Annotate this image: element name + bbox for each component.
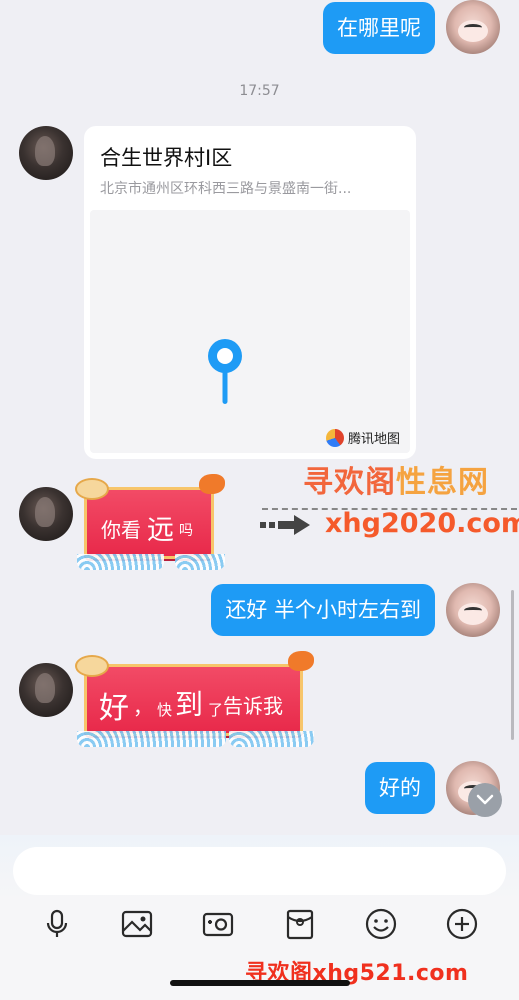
home-indicator[interactable] xyxy=(170,980,350,986)
my-avatar[interactable] xyxy=(446,583,500,637)
map-pin-icon xyxy=(208,339,242,404)
message-bubble-sent[interactable]: 在哪里呢 xyxy=(323,2,435,54)
contact-avatar[interactable] xyxy=(19,663,73,717)
message-bubble-sent[interactable]: 还好 半个小时左右到 xyxy=(211,584,435,636)
chevron-down-icon xyxy=(476,794,494,805)
message-text: 在哪里呢 xyxy=(337,16,421,40)
festive-message-bubble[interactable]: 你看 远 吗 xyxy=(75,474,225,570)
red-packet-icon[interactable] xyxy=(283,907,317,941)
microphone-icon[interactable] xyxy=(40,907,74,941)
message-text-emphasis: 到 xyxy=(175,688,204,721)
message-text-small: 快 xyxy=(157,701,173,719)
location-card[interactable]: 合生世界村I区 北京市通州区环科西三路与景盛南一街... 腾讯地图 xyxy=(84,126,416,459)
message-text: 好的 xyxy=(379,776,421,800)
scrollbar[interactable] xyxy=(511,590,514,740)
arrow-right-icon xyxy=(260,515,310,535)
message-input[interactable] xyxy=(13,847,506,895)
chat-area[interactable]: 在哪里呢 17:57 合生世界村I区 北京市通州区环科西三路与景盛南一街... … xyxy=(0,0,519,835)
message-text: ， xyxy=(133,695,153,719)
composer-bar: 寻欢阁xhg521.com xyxy=(0,835,519,1000)
scroll-to-bottom-button[interactable] xyxy=(468,783,502,817)
watermark-title: 寻欢阁性息网 xyxy=(303,457,489,501)
watermark-text-b: 性息网 xyxy=(396,465,489,500)
emoji-icon[interactable] xyxy=(364,907,398,941)
plus-icon[interactable] xyxy=(445,907,479,941)
message-bubble-sent[interactable]: 好的 xyxy=(365,762,435,814)
message-text: 你看 xyxy=(101,518,141,542)
map-brand-label: 腾讯地图 xyxy=(347,432,400,447)
watermark-url: xhg2020.com xyxy=(325,508,519,539)
message-text-small: 吗 xyxy=(179,523,193,539)
wave-decoration xyxy=(175,554,225,570)
message-text-emphasis: 远 xyxy=(147,515,174,546)
tencent-map-logo-icon xyxy=(325,428,344,447)
message-text-small: 了 xyxy=(208,701,224,719)
festive-message-bubble[interactable]: 好 ， 快 到 了 告诉我 xyxy=(75,651,314,747)
message-text: 还好 半个小时左右到 xyxy=(225,598,421,622)
message-text: 告诉我 xyxy=(223,694,283,718)
location-title: 合生世界村I区 xyxy=(100,146,233,170)
watermark-text-a: 寻欢阁 xyxy=(303,465,396,500)
wave-decoration xyxy=(77,731,227,747)
photo-icon[interactable] xyxy=(120,907,154,941)
contact-avatar[interactable] xyxy=(19,487,73,541)
my-avatar[interactable] xyxy=(446,0,500,54)
message-text-emphasis: 好 xyxy=(99,691,129,726)
location-address: 北京市通州区环科西三路与景盛南一街... xyxy=(100,181,352,197)
wave-decoration xyxy=(228,731,314,747)
wave-decoration xyxy=(77,554,164,570)
map-brand: 腾讯地图 xyxy=(325,428,400,447)
map-preview[interactable]: 腾讯地图 xyxy=(90,210,410,453)
camera-icon[interactable] xyxy=(201,907,235,941)
timestamp: 17:57 xyxy=(239,83,280,99)
contact-avatar[interactable] xyxy=(19,126,73,180)
